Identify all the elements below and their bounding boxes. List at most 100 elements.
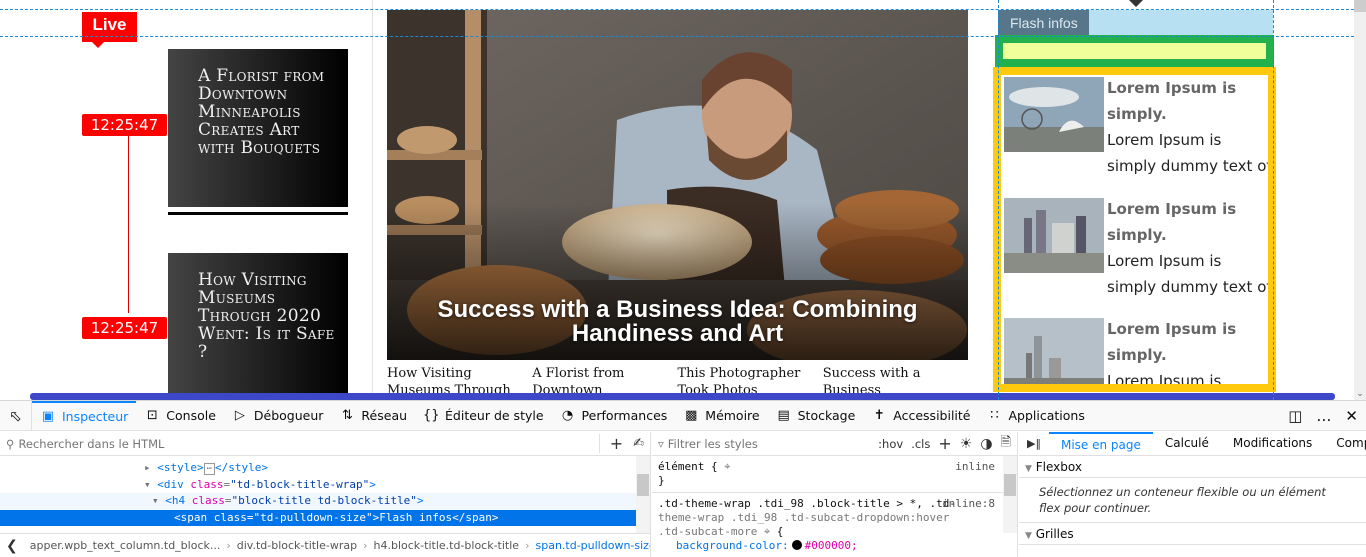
tab-editeur-de-style[interactable]: {} Éditeur de style (415, 401, 552, 431)
tree-node[interactable]: ▾ <div class="td-block-title-wrap"> (0, 477, 650, 494)
grid-section-header[interactable]: ▼ Grilles (1019, 523, 1366, 545)
rules-scrollbar[interactable] (1003, 456, 1017, 533)
news-excerpt-line: Lorem Ipsum is (1107, 131, 1222, 149)
news-heading: Lorem Ipsum is simply. (1107, 320, 1237, 364)
flexbox-section-header[interactable]: ▼ Flexbox (1019, 456, 1366, 478)
tab-calcule[interactable]: Calculé (1153, 432, 1221, 456)
news-thumbnail (1004, 77, 1104, 152)
devtools-window-controls: ◫ … ✕ (1288, 401, 1358, 431)
styles-filter-input[interactable] (667, 436, 843, 451)
styles-filter-bar: ▿ :hov .cls + ☀ ◑ 🗎 (652, 432, 1017, 456)
tree-node[interactable]: ▾ <h4 class="block-title td-block-title"… (0, 493, 650, 510)
toggle-sidebar-icon[interactable]: ▶‖ (1019, 437, 1049, 450)
layout-pane: ▶‖ Mise en page Calculé Modifications Co… (1019, 432, 1366, 557)
page-viewport: Live 12:25:47 A Florist from Downtown Mi… (0, 0, 1366, 400)
timeline-story-card[interactable]: A Florist from Downtown Minneapolis Crea… (168, 49, 348, 215)
tab-performances[interactable]: ◔ Performances (552, 401, 676, 431)
flash-news-item[interactable]: Lorem Ipsum is simply. Lorem Ipsum is sim… (1004, 75, 1268, 195)
breadcrumb-item[interactable]: div.td-block-title-wrap (231, 539, 363, 552)
devtools-panel: ⬁ ▣ Inspecteur ⊡ Console ▷ Débogueur ⇅ Résea… (0, 400, 1366, 557)
flash-news-item[interactable]: Lorem Ipsum is simply. Lorem Ipsum is (1004, 316, 1268, 384)
debugger-icon: ▷ (234, 408, 245, 423)
tab-accessibilite[interactable]: ✝ Accessibilité (863, 401, 978, 431)
css-rule: inline:8 .td-theme-wrap .tdi_98 .block-t… (652, 493, 1017, 557)
hover-toggle[interactable]: :hov (878, 437, 903, 451)
flash-news-item[interactable]: Lorem Ipsum is simply. Lorem Ipsum is sim… (1004, 196, 1272, 316)
print-media-icon[interactable]: 🗎 (1001, 433, 1011, 455)
tab-reseau[interactable]: ⇅ Réseau (331, 401, 415, 431)
color-swatch[interactable] (791, 540, 802, 550)
storage-icon: ▤ (777, 408, 790, 423)
news-text: Lorem Ipsum is simply. Lorem Ipsum is (1107, 316, 1268, 384)
guide-line-bottom (0, 36, 1354, 37)
guide-line-right (1273, 0, 1274, 400)
rule-source[interactable]: inline (955, 460, 995, 474)
timeline-story-card[interactable]: How Visiting Museums Through 2020 Went: … (168, 253, 348, 400)
tree-node-selected[interactable]: <span class="td-pulldown-size">Flash inf… (0, 509, 650, 526)
scrollbar-thumb[interactable] (1354, 0, 1366, 12)
tab-debogueur[interactable]: ▷ Débogueur (224, 401, 332, 431)
close-icon[interactable]: ✕ (1345, 407, 1358, 425)
news-heading: Lorem Ipsum is simply. (1107, 200, 1237, 244)
chevron-down-icon[interactable]: ⌄ (1354, 386, 1366, 400)
inspector-icon: ▣ (41, 409, 55, 424)
featured-article[interactable]: Success with a Business Idea: Combining … (387, 10, 968, 360)
add-node-icon[interactable]: + (598, 434, 633, 453)
tab-mise-en-page[interactable]: Mise en page (1048, 432, 1153, 456)
flexbox-hint: Sélectionnez un conteneur flexible ou un… (1019, 478, 1366, 523)
more-options-icon[interactable]: … (1316, 407, 1331, 425)
tree-node[interactable]: ▸ <style> ⋯ </style> (0, 460, 650, 477)
breadcrumb: ❮ apper.wpb_text_column.td_block... › div… (0, 533, 650, 557)
crosshair-icon[interactable]: ⌖ (724, 460, 730, 473)
breadcrumb-item[interactable]: apper.wpb_text_column.td_block... (24, 539, 227, 552)
html-inspector-pane: ⚲ + ✍ ▸ <style>⋯</style> ▾ <div class="t… (0, 432, 651, 557)
html-tree-scrollbar[interactable] (636, 456, 650, 533)
highlighted-container (995, 35, 1274, 67)
dark-theme-icon[interactable]: ◑ (980, 436, 992, 452)
column-divider (372, 0, 373, 400)
rule-selector: theme-wrap .tdi_98 .td-subcat-dropdown:h… (658, 511, 950, 524)
dock-side-icon[interactable]: ◫ (1288, 407, 1302, 425)
devtools-toolbar: ⬁ ▣ Inspecteur ⊡ Console ▷ Débogueur ⇅ Résea… (0, 400, 1366, 431)
tab-modifications[interactable]: Modifications (1221, 432, 1324, 456)
news-excerpt-line: simply dummy text of (1107, 278, 1272, 296)
light-theme-icon[interactable]: ☀ (960, 436, 973, 452)
memory-icon: ▩ (685, 408, 698, 423)
rule-source[interactable]: inline:8 (942, 497, 995, 511)
class-toggle[interactable]: .cls (911, 437, 930, 451)
element-picker-icon[interactable]: ⬁ (0, 400, 32, 431)
news-thumbnail (1004, 318, 1104, 384)
breadcrumb-item-active[interactable]: span.td-pulldown-size (529, 539, 650, 552)
style-editor-icon: {} (423, 408, 440, 423)
news-text: Lorem Ipsum is simply. Lorem Ipsum is sim… (1107, 75, 1268, 179)
search-icon: ⚲ (6, 436, 15, 451)
performance-icon: ◔ (561, 408, 574, 423)
eyedropper-icon[interactable]: ✍ (633, 436, 644, 451)
flash-infos-header: Flash infos (998, 10, 1273, 37)
page-scrollbar[interactable]: ⌄ (1354, 0, 1366, 400)
network-icon: ⇅ (341, 408, 353, 423)
add-rule-icon[interactable]: + (938, 434, 951, 453)
news-heading: Lorem Ipsum is simply. (1107, 79, 1237, 123)
breadcrumb-back-icon[interactable]: ❮ (0, 538, 24, 554)
crosshair-icon[interactable]: ⌖ (764, 525, 770, 538)
tab-stockage[interactable]: ▤ Stockage (768, 401, 864, 431)
html-tree: ▸ <style> ⋯ </style> ▾ <div class="td-bloc… (0, 456, 650, 526)
tab-console[interactable]: ⊡ Console (136, 401, 224, 431)
news-excerpt-line: Lorem Ipsum is (1107, 252, 1222, 270)
timeline-line (128, 135, 129, 313)
news-text: Lorem Ipsum is simply. Lorem Ipsum is sim… (1107, 196, 1272, 300)
css-declaration[interactable]: background-color: #000000; (658, 539, 1011, 553)
highlight-arrow-icon (1129, 0, 1143, 7)
applications-icon: ∷ (990, 408, 999, 423)
breadcrumb-item[interactable]: h4.block-title.td-block-title (368, 539, 526, 552)
time-badge: 12:25:47 (82, 114, 167, 136)
tab-applications[interactable]: ∷ Applications (979, 401, 1093, 431)
tab-compatibilite[interactable]: Compatil (1324, 432, 1366, 456)
tab-memoire[interactable]: ▩ Mémoire (675, 401, 767, 431)
story-title: How Visiting Museums Through 2020 Went: … (198, 270, 335, 362)
time-badge: 12:25:47 (82, 317, 167, 339)
featured-title: Success with a Business Idea: Combining … (437, 296, 918, 347)
html-search-input[interactable] (18, 436, 579, 451)
tab-inspecteur[interactable]: ▣ Inspecteur (32, 400, 137, 431)
